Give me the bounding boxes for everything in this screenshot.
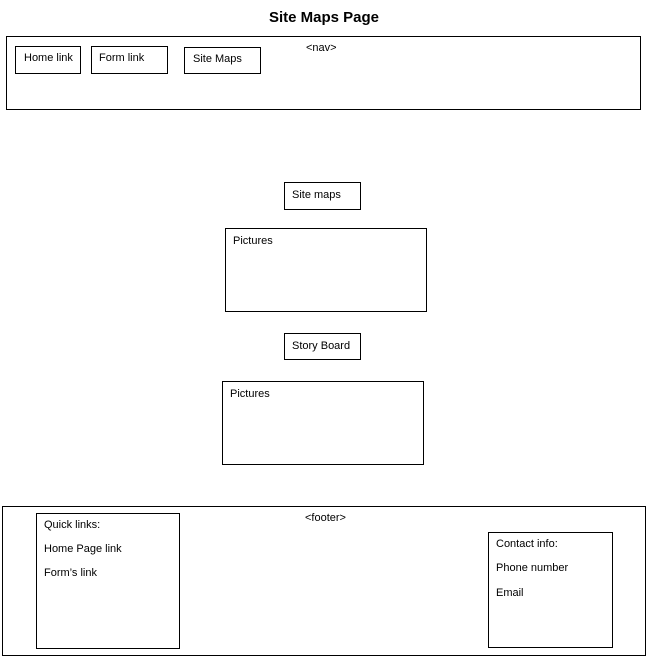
page-title: Site Maps Page <box>268 9 380 26</box>
quick-links-heading: Quick links: <box>44 519 101 531</box>
nav-link-site-maps-label: Site Maps <box>193 53 242 65</box>
story-board-pictures-box: Pictures <box>222 381 424 465</box>
nav-link-home-label: Home link <box>24 52 73 64</box>
quick-link-home-page[interactable]: Home Page link <box>44 543 122 556</box>
contact-info-box: Contact info: Phone number Email <box>488 532 613 648</box>
story-board-heading: Story Board <box>292 340 351 352</box>
nav-link-form-label: Form link <box>99 52 145 64</box>
site-maps-heading-box: Site maps <box>284 182 361 210</box>
contact-info-heading: Contact info: <box>496 538 558 550</box>
nav-link-form[interactable]: Form link <box>91 46 168 74</box>
quick-links-box: Quick links: Home Page link Form’s link <box>36 513 180 649</box>
site-maps-heading: Site maps <box>292 189 341 201</box>
nav-link-site-maps[interactable]: Site Maps <box>184 47 261 74</box>
story-board-pictures-label: Pictures <box>230 388 270 400</box>
footer-tag-label: <footer> <box>305 512 346 524</box>
nav-tag-label: <nav> <box>306 42 337 54</box>
site-maps-pictures-label: Pictures <box>233 235 273 247</box>
nav-link-home[interactable]: Home link <box>15 46 81 74</box>
nav-container: <nav> Home link Form link Site Maps <box>6 36 641 110</box>
contact-phone-number: Phone number <box>496 562 569 574</box>
quick-link-forms[interactable]: Form’s link <box>44 567 97 580</box>
contact-email: Email <box>496 587 524 599</box>
footer-container: <footer> Quick links: Home Page link For… <box>2 506 646 656</box>
site-maps-pictures-box: Pictures <box>225 228 427 312</box>
story-board-heading-box: Story Board <box>284 333 361 360</box>
